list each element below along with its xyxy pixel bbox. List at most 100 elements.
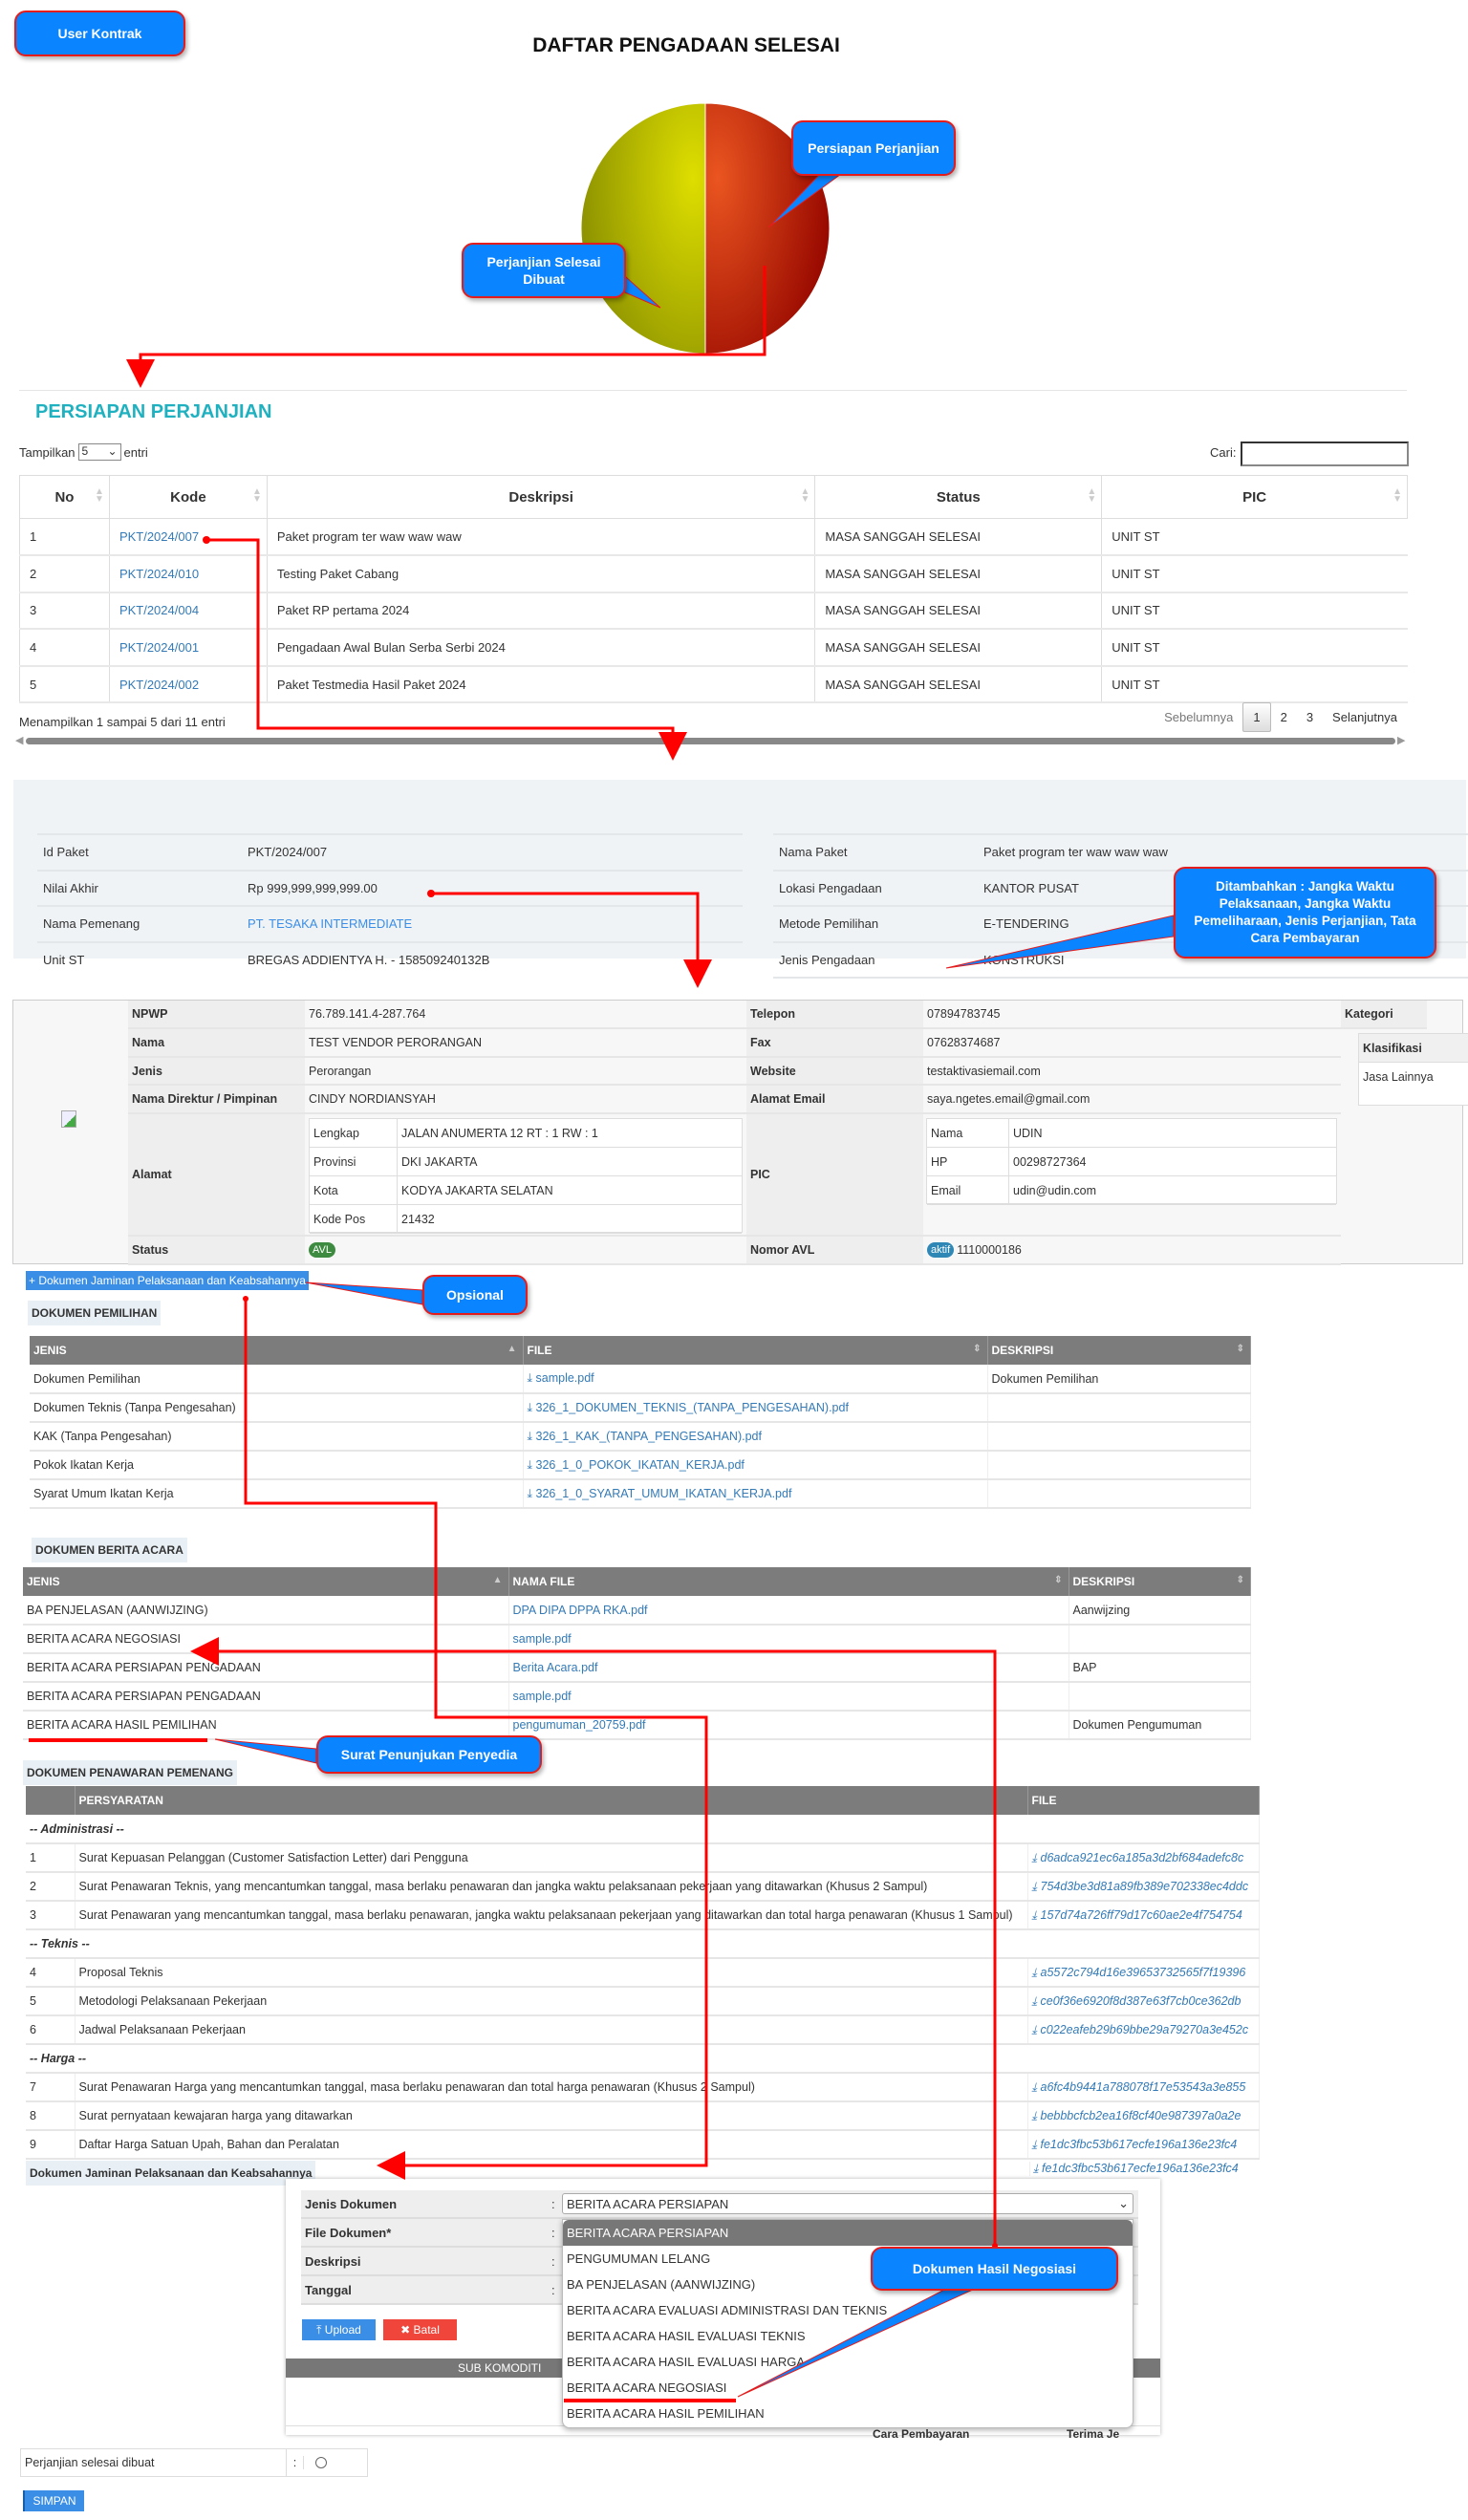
next-page-button[interactable]: Selanjutnya [1323,703,1407,731]
file-link[interactable]: ce0f36e6920f8d387e63f7cb0ce362db [1041,1994,1241,2008]
cell-file[interactable]: ⤓ 754d3be3d81a89fb389e702338ec4ddc [1027,1872,1260,1902]
file-link[interactable]: DPA DIPA DPPA RKA.pdf [513,1604,648,1617]
page-length-select[interactable]: 5 ⌄ [77,443,121,461]
table-row: 2 Surat Penawaran Teknis, yang mencantumk… [26,1872,1260,1902]
cell[interactable]: Berita Acara.pdf [508,1653,1069,1683]
info-label: Nilai Akhir [43,880,98,895]
status-badge: AVL [309,1242,335,1258]
cell-file[interactable]: ⤓ c022eafeb29b69bbe29a79270a3e452c [1027,2015,1260,2045]
cell-file[interactable]: ⤓ d6adca921ec6a185a3d2bf684adefc8c [1027,1843,1260,1873]
file-link[interactable]: a6fc4b9441a788078f17e53543a3e855 [1041,2080,1246,2094]
column-header-status[interactable]: Status ▲ ▼ [814,475,1103,519]
simpan-button[interactable]: SIMPAN [23,2490,84,2511]
cell[interactable]: DPA DIPA DPPA RKA.pdf [508,1596,1069,1626]
jenis-dokumen-select[interactable]: BERITA ACARA PERSIAPAN ⌄ [562,2193,1133,2214]
cell-kode[interactable]: PKT/2024/004 [108,592,268,631]
cell-kode[interactable]: PKT/2024/001 [108,629,268,667]
dropdown-option[interactable]: BERITA ACARA PERSIAPAN [563,2220,1133,2246]
page-button-3[interactable]: 3 [1297,703,1323,731]
file-link[interactable]: 326_1_KAK_(TANPA_PENGESAHAN).pdf [536,1430,762,1443]
cell-file[interactable]: ⤓ 157d74a726ff79d17c60ae2e4f754754 [1027,1901,1260,1930]
horizontal-scrollbar[interactable] [26,738,1395,744]
cell: Syarat Umum Ikatan Kerja [30,1479,524,1509]
scroll-left-icon[interactable]: ◀ [15,734,23,746]
cell-file[interactable]: ⤓ ce0f36e6920f8d387e63f7cb0ce362db [1027,1987,1260,2016]
tanggal-label: Tanggal [305,2282,352,2297]
cell[interactable]: sample.pdf [508,1625,1069,1654]
perjanjian-selesai-radio[interactable] [315,2457,327,2468]
column-header-kode[interactable]: Kode ▲ ▼ [108,475,268,519]
dropdown-option[interactable]: BERITA ACARA HASIL EVALUASI HARGA [563,2349,1133,2375]
cell: KAK (Tanpa Pengesahan) [30,1422,524,1452]
page-button-2[interactable]: 2 [1271,703,1297,731]
pie-slice-selesai[interactable] [580,102,706,355]
batal-button[interactable]: ✖ Batal [383,2319,457,2340]
cell-file[interactable]: ⤓ fe1dc3fbc53b617ecfe196a136e23fc4 [1027,2130,1260,2160]
sub-label: Kode Pos [310,1205,398,1234]
page-button-1[interactable]: 1 [1242,702,1271,732]
column-header-nama-file[interactable]: NAMA FILE ⇕ [508,1567,1069,1596]
download-icon: ⤓ [1031,1993,1041,2008]
info-label: Unit ST [43,952,85,967]
file-link[interactable]: a5572c794d16e39653732565f7f19396 [1041,1966,1246,1979]
dropdown-option[interactable]: BERITA ACARA HASIL PEMILIHAN [563,2401,1133,2426]
file-link[interactable]: 326_1_0_SYARAT_UMUM_IKATAN_KERJA.pdf [536,1487,792,1500]
header-label: DESKRIPSI [991,1344,1054,1357]
cell[interactable]: ⤓ sample.pdf [523,1365,988,1394]
dokumen-jaminan-tab[interactable]: Dokumen Jaminan Pelaksanaan dan Keabsaha… [26,2161,316,2186]
cell[interactable]: ⤓ 326_1_0_POKOK_IKATAN_KERJA.pdf [523,1451,988,1480]
search-input[interactable] [1241,442,1409,466]
file-link[interactable]: sample.pdf [536,1371,594,1385]
dropdown-option[interactable]: BERITA ACARA NEGOSIASI [563,2375,1133,2401]
file-link[interactable]: c022eafeb29b69bbe29a79270a3e452c [1041,2023,1249,2036]
cell-kode[interactable]: PKT/2024/007 [108,518,268,557]
cell[interactable]: ⤓ 326_1_DOKUMEN_TEKNIS_(TANPA_PENGESAHAN… [523,1393,988,1423]
file-link[interactable]: fe1dc3fbc53b617ecfe196a136e23fc4 [1041,2138,1238,2151]
info-label: Metode Pemilihan [779,916,879,931]
cell[interactable]: sample.pdf [508,1682,1069,1712]
column-header-deskripsi[interactable]: DESKRIPSI ⇕ [987,1336,1251,1365]
dokumen-penawaran-tab[interactable]: DOKUMEN PENAWARAN PEMENANG [23,1760,238,1785]
cell[interactable]: ⤓ 326_1_KAK_(TANPA_PENGESAHAN).pdf [523,1422,988,1452]
file-link[interactable]: pengumuman_20759.pdf [513,1718,646,1732]
info-value[interactable]: PT. TESAKA INTERMEDIATE [248,916,412,931]
prev-page-button[interactable]: Sebelumnya [1155,703,1242,731]
cell-file[interactable]: ⤓ bebbbcfcb2ea16f8cf40e987397a0a2e [1027,2101,1260,2131]
file-link[interactable]: d6adca921ec6a185a3d2bf684adefc8c [1041,1851,1244,1864]
column-header-no[interactable]: No ▲ ▼ [19,475,110,519]
column-header-jenis[interactable]: JENIS ▲ [30,1336,524,1365]
dokumen-pemilihan-tab[interactable]: DOKUMEN PEMILIHAN [28,1301,162,1325]
scroll-right-icon[interactable]: ▶ [1397,734,1405,746]
column-header-jenis[interactable]: JENIS ▲ [23,1567,509,1596]
file-link[interactable]: 326_1_0_POKOK_IKATAN_KERJA.pdf [536,1458,745,1472]
column-header-deskripsi[interactable]: DESKRIPSI ⇕ [1069,1567,1251,1596]
cell-kode[interactable]: PKT/2024/002 [108,665,268,704]
file-link[interactable]: sample.pdf [513,1632,572,1646]
cell[interactable]: ⤓ 326_1_0_SYARAT_UMUM_IKATAN_KERJA.pdf [523,1479,988,1509]
file-link[interactable]: 754d3be3d81a89fb389e702338ec4ddc [1041,1880,1249,1893]
group-label: -- Teknis -- [26,1929,1260,1959]
dokumen-berita-acara-tab[interactable]: DOKUMEN BERITA ACARA [32,1538,187,1562]
cell-file[interactable]: ⤓ a6fc4b9441a788078f17e53543a3e855 [1027,2073,1260,2102]
add-jaminan-button[interactable]: + Dokumen Jaminan Pelaksanaan dan Keabsa… [26,1271,309,1290]
upload-button[interactable]: ⤒ Upload [302,2319,376,2340]
file-link[interactable]: Berita Acara.pdf [513,1661,598,1674]
npwp-value: 76.789.141.4-287.764 [305,1001,746,1029]
group-row: -- Harga -- [26,2044,1260,2074]
file-link[interactable]: 326_1_DOKUMEN_TEKNIS_(TANPA_PENGESAHAN).… [536,1401,849,1414]
sub-label: HP [927,1148,1009,1176]
file-link[interactable]: sample.pdf [513,1690,572,1703]
cell-file[interactable]: ⤓ a5572c794d16e39653732565f7f19396 [1027,1958,1260,1988]
cell[interactable]: pengumuman_20759.pdf [508,1711,1069,1740]
file-link[interactable]: 157d74a726ff79d17c60ae2e4f754754 [1041,1908,1242,1922]
dropdown-option[interactable]: BERITA ACARA HASIL EVALUASI TEKNIS [563,2323,1133,2349]
vendor-detail-table: NPWP 76.789.141.4-287.764 Telepon 078947837… [12,1000,1468,1265]
cell-kode[interactable]: PKT/2024/010 [108,555,268,593]
table-row: 8 Surat pernyataan kewajaran harga yang d… [26,2101,1260,2131]
column-header-pic[interactable]: PIC ▲ ▼ [1101,475,1408,519]
column-header-file[interactable]: FILE ⇕ [523,1336,988,1365]
dropdown-option[interactable]: BERITA ACARA EVALUASI ADMINISTRASI DAN T… [563,2297,1133,2323]
file-link[interactable]: bebbbcfcb2ea16f8cf40e987397a0a2e [1041,2109,1241,2122]
column-header-deskripsi[interactable]: Deskripsi ▲ ▼ [266,475,816,519]
extra-file-link[interactable]: ⤓ fe1dc3fbc53b617ecfe196a136e23fc4 [1029,2162,1239,2176]
